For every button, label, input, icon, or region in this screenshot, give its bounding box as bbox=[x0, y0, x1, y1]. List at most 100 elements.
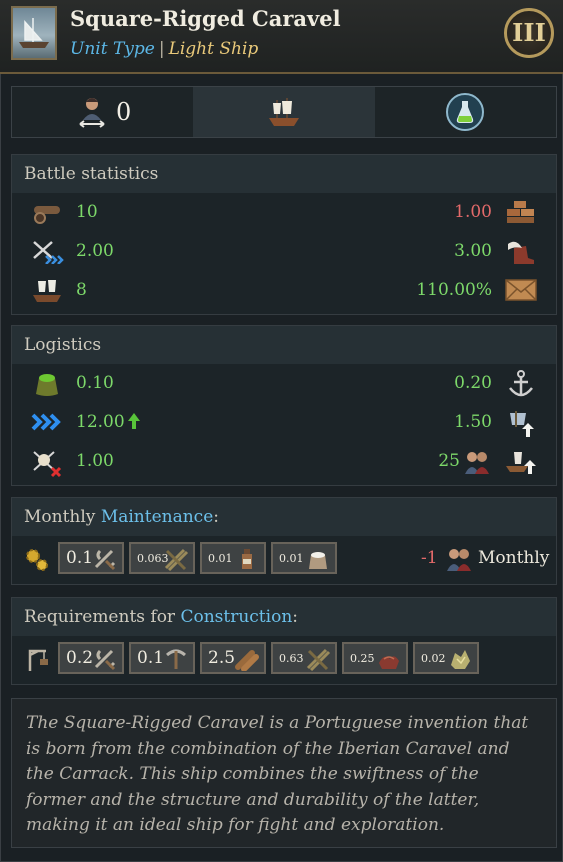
morale-value: 110.00% bbox=[416, 280, 492, 300]
maintenance-costs: 0.1 0.063 0.01 0.01 -1 Monthly bbox=[12, 536, 556, 582]
cannons-value: 10 bbox=[76, 202, 98, 222]
planks-icon bbox=[306, 648, 331, 671]
anchor-icon bbox=[509, 370, 533, 397]
supply-value: 0.10 bbox=[76, 373, 114, 393]
speed-chevrons-icon bbox=[31, 413, 61, 431]
unit-class: Light Ship bbox=[168, 39, 259, 59]
attack-value: 2.00 bbox=[76, 241, 114, 261]
cannon-icon bbox=[34, 206, 60, 224]
sail-value: 1.50 bbox=[454, 412, 492, 432]
cost-chip: 0.02 bbox=[413, 642, 479, 674]
tools-icon bbox=[94, 649, 116, 671]
bricks-icon bbox=[507, 201, 534, 223]
ore-icon bbox=[451, 650, 470, 669]
cost-chip: 0.01 bbox=[271, 542, 337, 574]
cost-chip: 0.25 bbox=[342, 642, 408, 674]
cost-amount: 0.1 bbox=[66, 548, 94, 568]
logs-icon bbox=[235, 650, 259, 671]
monthly-label: Monthly bbox=[478, 548, 550, 568]
supply-sack-icon bbox=[36, 374, 58, 396]
cost-amount: 0.25 bbox=[350, 651, 375, 665]
pickaxe-icon bbox=[166, 649, 186, 669]
cost-chip: 0.2 bbox=[58, 642, 124, 674]
cost-chip: 0.63 bbox=[271, 642, 337, 674]
bottle-icon bbox=[242, 549, 252, 569]
tab-ship[interactable] bbox=[193, 87, 375, 137]
ship-portrait bbox=[11, 6, 57, 60]
crew-icon bbox=[465, 452, 489, 474]
cost-chip: 0.1 bbox=[129, 642, 195, 674]
battle-statistics-panel: Battle statistics 10 1.00 2.00 3.00 8 11… bbox=[11, 154, 557, 315]
boarding-value: 1.00 bbox=[76, 451, 114, 471]
construction-panel: Requirements for Construction: 0.2 0.1 2… bbox=[11, 597, 557, 685]
unit-subtitle: Unit Type | Light Ship bbox=[70, 39, 258, 59]
swords-speed-icon bbox=[33, 241, 64, 264]
cost-amount: 0.63 bbox=[279, 651, 304, 665]
construction-costs: 0.2 0.1 2.5 0.63 0.25 0.02 bbox=[12, 636, 556, 682]
maintenance-panel: Monthly Maintenance: 0.1 0.063 0.01 0.01… bbox=[11, 497, 557, 585]
cloth-icon bbox=[379, 656, 399, 669]
crew-transfer-icon bbox=[79, 98, 105, 128]
crew-icon bbox=[447, 549, 471, 571]
maintenance-link[interactable]: Maintenance bbox=[101, 507, 213, 527]
battle-statistics-heading: Battle statistics bbox=[12, 155, 556, 193]
gold-gears-icon bbox=[26, 549, 48, 571]
cost-amount: 0.02 bbox=[421, 651, 446, 665]
construction-suffix: : bbox=[292, 607, 298, 627]
tab-crew[interactable]: 0 bbox=[12, 87, 193, 137]
potion-icon bbox=[446, 93, 485, 131]
shipyard-crane-icon bbox=[28, 649, 48, 671]
crew-value: 0 bbox=[116, 98, 132, 126]
tools-icon bbox=[94, 549, 116, 571]
unit-tabs: 0 bbox=[11, 86, 557, 138]
anchor-value: 0.20 bbox=[454, 373, 492, 393]
up-arrow-icon bbox=[127, 413, 140, 429]
cost-chip: 2.5 bbox=[200, 642, 266, 674]
subtitle-separator: | bbox=[158, 39, 165, 59]
speed-number: 12.00 bbox=[76, 412, 125, 432]
speed-value: 12.00 bbox=[76, 412, 141, 432]
ship-up-icon bbox=[506, 452, 536, 474]
logistics-panel: Logistics 0.10 0.20 12.00 1.50 1.00 25 bbox=[11, 325, 557, 486]
salt-sack-icon bbox=[309, 552, 327, 569]
construction-link[interactable]: Construction bbox=[180, 607, 292, 627]
tooltip-header: Square-Rigged Caravel Unit Type | Light Sh… bbox=[0, 0, 563, 74]
envelope-icon bbox=[505, 279, 537, 301]
planks-icon bbox=[164, 548, 189, 571]
sail-up-icon bbox=[510, 411, 534, 437]
stat-row: 0.10 0.20 bbox=[12, 364, 556, 403]
construction-heading: Requirements for Construction: bbox=[12, 598, 556, 636]
ship-icon bbox=[268, 98, 299, 126]
stat-row: 10 1.00 bbox=[12, 193, 556, 232]
crew-delta: -1 bbox=[421, 548, 438, 568]
crew-capacity-value: 25 bbox=[438, 451, 460, 471]
cost-amount: 0.1 bbox=[137, 648, 165, 668]
maintenance-heading: Monthly Maintenance: bbox=[12, 498, 556, 536]
cost-amount: 0.01 bbox=[279, 551, 304, 565]
tier-badge: III bbox=[504, 8, 554, 58]
cost-chip: 0.063 bbox=[129, 542, 195, 574]
pirate-skull-icon bbox=[33, 451, 62, 478]
cost-chip: 0.01 bbox=[200, 542, 266, 574]
stat-row: 1.00 25 bbox=[12, 442, 556, 481]
evasion-value: 3.00 bbox=[454, 241, 492, 261]
unit-description: The Square-Rigged Caravel is a Portugues… bbox=[11, 698, 557, 848]
hull-value: 1.00 bbox=[454, 202, 492, 222]
stat-row: 2.00 3.00 bbox=[12, 232, 556, 271]
unit-type-link[interactable]: Unit Type bbox=[70, 39, 155, 59]
stat-row: 8 110.00% bbox=[12, 271, 556, 310]
construction-prefix: Requirements for bbox=[24, 607, 181, 627]
broadside-value: 8 bbox=[76, 280, 87, 300]
cost-amount: 2.5 bbox=[208, 648, 236, 668]
cost-amount: 0.2 bbox=[66, 648, 94, 668]
unit-title: Square-Rigged Caravel bbox=[70, 6, 341, 31]
cost-chip: 0.1 bbox=[58, 542, 124, 574]
maintenance-prefix: Monthly bbox=[24, 507, 101, 527]
winged-boot-icon bbox=[508, 241, 534, 264]
ship-cannon-icon bbox=[33, 280, 61, 302]
maintenance-suffix: : bbox=[213, 507, 219, 527]
tab-supplies[interactable] bbox=[375, 87, 556, 137]
logistics-heading: Logistics bbox=[12, 326, 556, 364]
stat-row: 12.00 1.50 bbox=[12, 403, 556, 442]
cost-amount: 0.01 bbox=[208, 551, 233, 565]
